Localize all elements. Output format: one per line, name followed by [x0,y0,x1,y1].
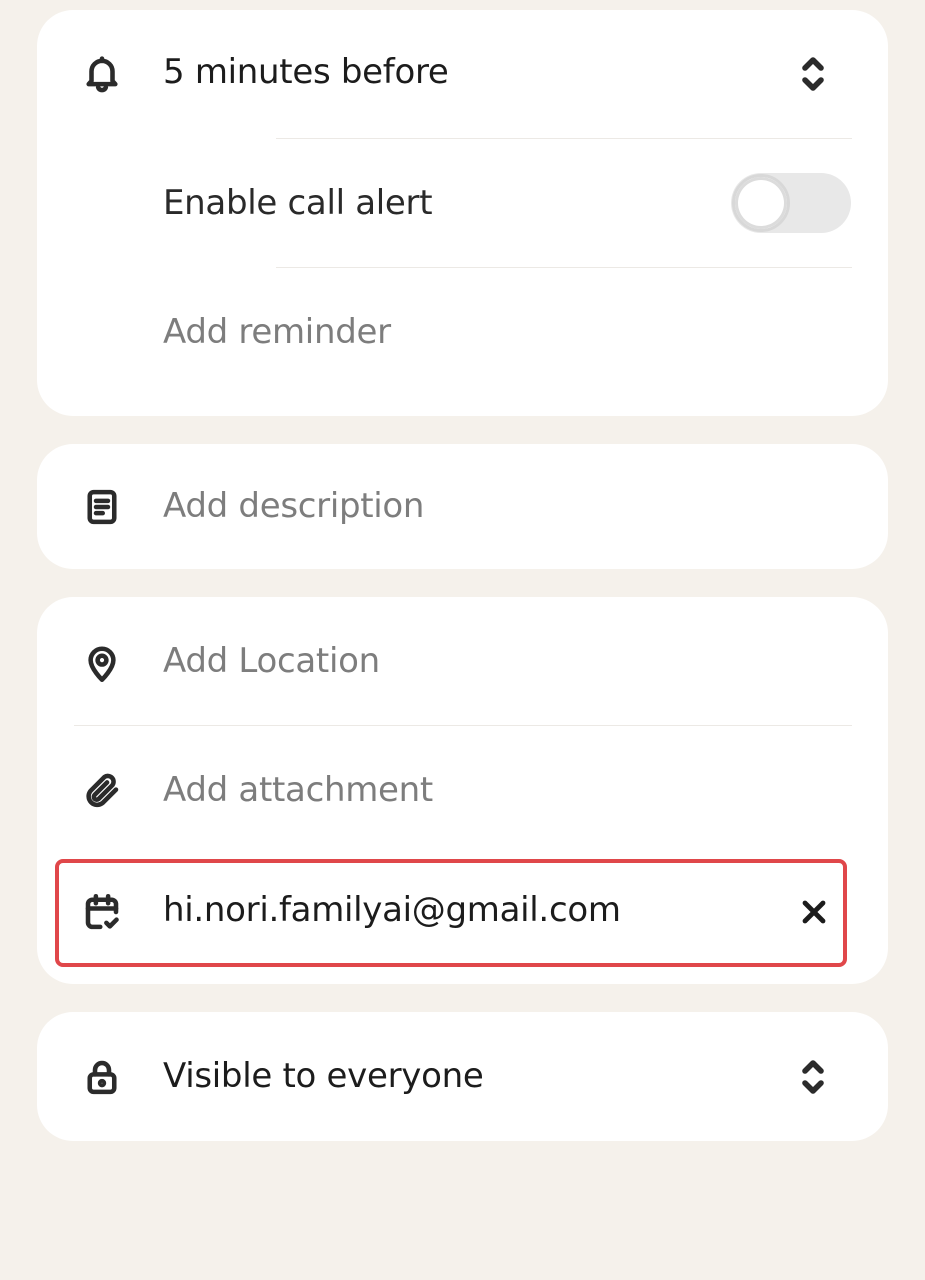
reminders-card: 5 minutes before Enable call alert Add r… [37,10,888,416]
visibility-select[interactable]: Visible to everyone [37,1012,888,1141]
reminder-time-value: 5 minutes before [163,52,449,92]
reminder-time-select[interactable]: 5 minutes before [37,10,888,138]
call-alert-label: Enable call alert [163,183,433,223]
chevron-up-down-icon [799,1057,827,1097]
description-field[interactable]: Add description [37,444,888,569]
visibility-card: Visible to everyone [37,1012,888,1141]
call-alert-row: Enable call alert [37,139,888,267]
details-card: Add Location Add attachment hi.nori.fami… [37,597,888,984]
add-reminder-label: Add reminder [163,312,391,352]
description-card: Add description [37,444,888,569]
location-field[interactable]: Add Location [37,597,888,725]
paperclip-icon [81,770,123,812]
map-pin-icon [81,643,123,685]
highlight-box [55,859,847,967]
call-alert-toggle[interactable] [731,173,851,233]
description-placeholder: Add description [163,486,425,526]
add-reminder-button[interactable]: Add reminder [37,268,888,398]
toggle-knob [732,174,790,232]
visibility-value: Visible to everyone [163,1056,484,1096]
attachment-field[interactable]: Add attachment [37,726,888,854]
lock-icon [81,1056,123,1098]
location-placeholder: Add Location [163,641,380,681]
document-icon [81,486,123,528]
attachment-placeholder: Add attachment [163,770,433,810]
chevron-up-down-icon [799,54,827,94]
bell-icon [81,53,123,95]
